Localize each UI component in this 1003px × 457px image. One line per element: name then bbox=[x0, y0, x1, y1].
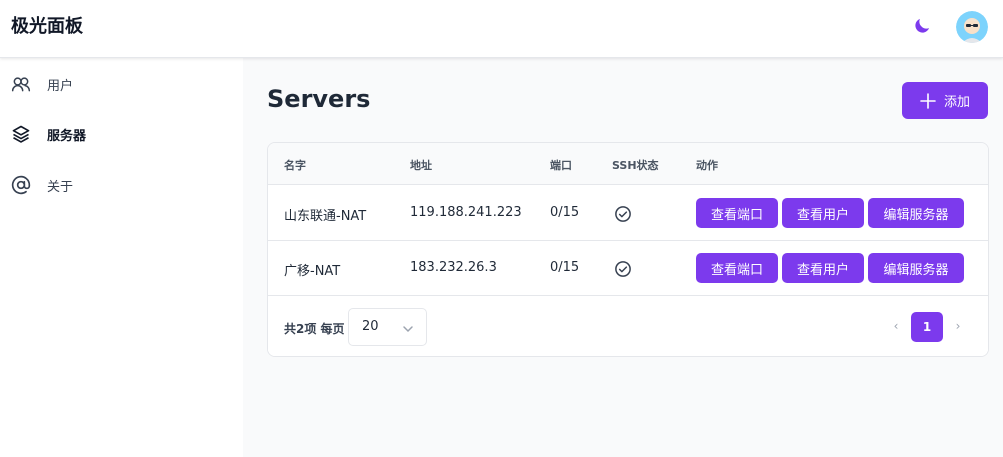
table-row: 山东联通-NAT 119.188.241.223 0/15 查看端口 查看用户 … bbox=[268, 186, 988, 241]
sidebar-item-label: 用户 bbox=[47, 78, 74, 94]
check-circle-icon bbox=[614, 260, 632, 278]
top-header: 极光面板 bbox=[0, 0, 1003, 58]
avatar[interactable] bbox=[956, 11, 988, 43]
server-ports: 0/15 bbox=[550, 260, 580, 275]
sidebar-item-about[interactable]: 关于 bbox=[0, 165, 243, 205]
column-header-ssh: SSH状态 bbox=[612, 159, 659, 172]
sidebar-item-label: 服务器 bbox=[47, 128, 87, 144]
view-users-button[interactable]: 查看用户 bbox=[782, 253, 864, 283]
users-icon bbox=[11, 74, 31, 94]
edit-server-button[interactable]: 编辑服务器 bbox=[868, 253, 964, 283]
sidebar-item-users[interactable]: 用户 bbox=[0, 64, 243, 104]
page-size-select[interactable]: 20 bbox=[348, 308, 427, 346]
servers-table-card: 名字 地址 端口 SSH状态 动作 山东联通-NAT 119.188.241.2… bbox=[267, 142, 989, 357]
page-size-value: 20 bbox=[362, 319, 379, 334]
view-ports-button[interactable]: 查看端口 bbox=[696, 253, 778, 283]
prev-page-icon[interactable]: ‹ bbox=[888, 318, 904, 334]
table-footer: 共2项 每页 20 ‹ 1 › bbox=[268, 296, 988, 356]
add-server-button[interactable]: 添加 bbox=[902, 82, 988, 119]
page-title: Servers bbox=[267, 85, 371, 113]
check-circle-icon bbox=[614, 205, 632, 223]
next-page-icon[interactable]: › bbox=[950, 318, 966, 334]
view-users-button[interactable]: 查看用户 bbox=[782, 198, 864, 228]
app-title: 极光面板 bbox=[11, 16, 83, 37]
at-icon bbox=[11, 175, 31, 195]
main-content: Servers 添加 名字 地址 端口 SSH状态 动作 山东联通-NAT 11… bbox=[243, 58, 1003, 457]
server-name: 广移-NAT bbox=[284, 264, 341, 279]
table-header: 名字 地址 端口 SSH状态 动作 bbox=[268, 143, 988, 185]
sidebar-item-servers[interactable]: 服务器 bbox=[0, 114, 243, 154]
server-address: 119.188.241.223 bbox=[410, 205, 522, 220]
server-ports: 0/15 bbox=[550, 205, 580, 220]
server-address: 183.232.26.3 bbox=[410, 260, 497, 275]
view-ports-button[interactable]: 查看端口 bbox=[696, 198, 778, 228]
moon-icon[interactable] bbox=[910, 14, 934, 38]
column-header-name: 名字 bbox=[284, 159, 306, 172]
table-row: 广移-NAT 183.232.26.3 0/15 查看端口 查看用户 编辑服务器 bbox=[268, 241, 988, 296]
layers-icon bbox=[11, 124, 31, 144]
column-header-actions: 动作 bbox=[696, 159, 718, 172]
sidebar-item-label: 关于 bbox=[47, 179, 74, 195]
edit-server-button[interactable]: 编辑服务器 bbox=[868, 198, 964, 228]
chevron-down-icon bbox=[401, 321, 415, 335]
add-button-label: 添加 bbox=[943, 94, 970, 109]
page-button-current[interactable]: 1 bbox=[911, 312, 943, 342]
plus-icon bbox=[920, 92, 936, 109]
server-name: 山东联通-NAT bbox=[284, 209, 367, 224]
column-header-ports: 端口 bbox=[550, 159, 572, 172]
total-count-label: 共2项 每页 bbox=[284, 322, 345, 336]
column-header-address: 地址 bbox=[410, 159, 432, 172]
sidebar: 用户 服务器 关于 bbox=[0, 58, 243, 457]
